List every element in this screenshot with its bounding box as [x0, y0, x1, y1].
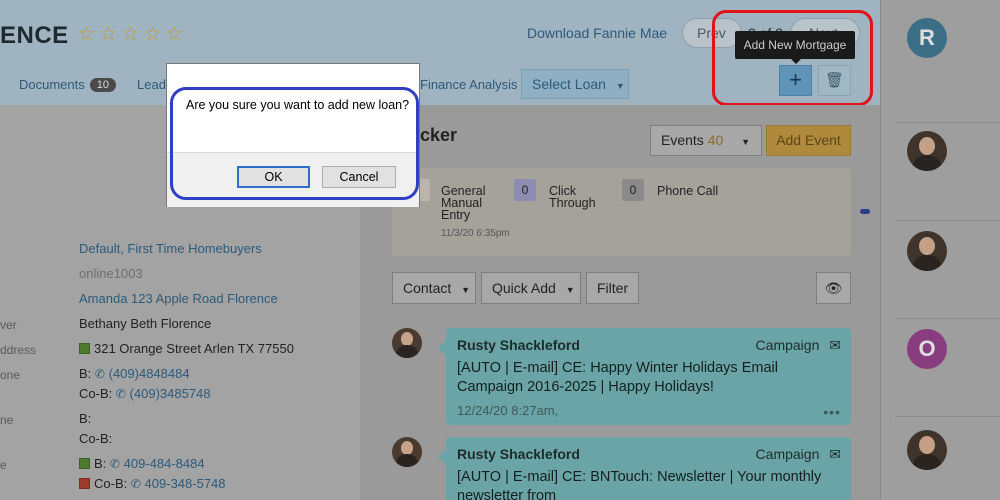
stat-label-click: Click Through — [549, 184, 596, 210]
contact-label: Contact — [403, 280, 452, 296]
caret-down-icon: ▼ — [741, 137, 751, 147]
borrower-label: B: — [94, 456, 107, 471]
cell-cob-link[interactable]: 409-348-5748 — [145, 476, 226, 491]
red-annotation-circle — [712, 10, 873, 106]
work-phone-cob: Co-B: — [79, 431, 113, 446]
contact-avatar-photo[interactable] — [907, 231, 947, 271]
scroll-indicator[interactable] — [860, 209, 870, 214]
star-icon[interactable]: ☆ — [122, 25, 140, 44]
tracker-title: cker — [420, 125, 458, 145]
tab-finance-analysis[interactable]: Finance Analysis — [420, 77, 518, 92]
stat-label-phone: Phone Call — [657, 184, 719, 198]
contact-name: ENCE — [0, 22, 69, 49]
events-label: Events — [661, 132, 704, 148]
contact-avatar-photo[interactable] — [907, 131, 947, 171]
feed-item[interactable]: Rusty Shackleford Campaign ✉ [AUTO | E-m… — [438, 437, 851, 500]
work-phone-label: ne — [0, 413, 14, 427]
buyer-label: ver — [0, 318, 17, 332]
documents-count-badge: 10 — [89, 77, 116, 92]
feed-date: 12/24/20 8:27am, — [457, 403, 559, 418]
home-phone-b-row: B: ✆ (409)4848484 — [79, 366, 190, 381]
stat-count-click: 0 — [514, 179, 536, 201]
download-fannie-mae-link[interactable]: Download Fannie Mae — [527, 25, 667, 41]
work-phone-b: B: — [79, 411, 92, 426]
sms-icon — [79, 478, 90, 489]
stats-date: 11/3/20 6:35pm — [441, 228, 510, 239]
events-dropdown[interactable]: Events 40 ▼ — [650, 125, 762, 156]
star-icon[interactable]: ☆ — [78, 25, 96, 44]
add-event-button[interactable]: Add Event — [766, 125, 851, 156]
rating-stars[interactable]: ☆ ☆ ☆ ☆ ☆ — [78, 25, 184, 44]
contact-avatar-photo[interactable] — [907, 430, 947, 470]
visibility-toggle-button[interactable]: 👁 — [816, 272, 851, 304]
feed-author: Rusty Shackleford — [457, 446, 580, 462]
address-value-row[interactable]: 321 Orange Street Arlen TX 77550 — [79, 341, 294, 356]
home-phone-label: one — [0, 368, 21, 382]
tab-leads[interactable]: Lead — [137, 77, 166, 92]
select-loan-label: Select Loan — [532, 76, 606, 92]
address-value: 321 Orange Street Arlen TX 77550 — [94, 341, 294, 356]
cell-label: e — [0, 458, 7, 472]
filter-button[interactable]: Filter — [586, 272, 639, 304]
phone-icon: ✆ — [115, 387, 126, 401]
quick-add-label: Quick Add — [492, 280, 556, 296]
feed-text: [AUTO | E-mail] CE: Happy Winter Holiday… — [457, 360, 778, 395]
cell-b-row: B: ✆ 409-484-8484 — [79, 456, 205, 471]
home-phone-b-link[interactable]: (409)4848484 — [109, 366, 190, 381]
stat-label-general: General Manual Entry — [441, 184, 486, 222]
borrower-label: B: — [79, 366, 92, 381]
star-icon[interactable]: ☆ — [166, 25, 184, 44]
phone-icon: ✆ — [109, 457, 120, 471]
sidebar-divider — [895, 318, 1000, 319]
feed-type: Campaign — [755, 337, 820, 353]
sidebar-divider — [895, 416, 1000, 417]
feed-type: Campaign — [755, 446, 820, 462]
feed-avatar — [392, 437, 422, 467]
tab-documents[interactable]: Documents 10 — [19, 77, 116, 92]
co-borrower-label: Co-B: — [79, 386, 113, 401]
buyer-value: Bethany Beth Florence — [79, 316, 212, 331]
tab-leads-label: Lead — [137, 77, 166, 92]
feed-author: Rusty Shackleford — [457, 337, 580, 353]
quick-add-dropdown-button[interactable]: Quick Add ▼ — [481, 272, 581, 304]
home-phone-cob-link[interactable]: (409)3485748 — [130, 386, 211, 401]
tab-documents-label: Documents — [19, 77, 85, 92]
caret-down-icon: ▼ — [565, 285, 575, 295]
cell-b-link[interactable]: 409-484-8484 — [124, 456, 205, 471]
eye-icon: 👁 — [824, 280, 843, 296]
tags-link[interactable]: Default, First Time Homebuyers — [79, 241, 262, 256]
feed-item[interactable]: Rusty Shackleford Campaign ✉ [AUTO | E-m… — [438, 328, 851, 425]
feed-type-row: Campaign ✉ — [756, 446, 841, 463]
contact-avatar-r[interactable]: R — [907, 18, 947, 58]
tab-finance-label: Finance Analysis — [420, 77, 518, 92]
blue-annotation-circle — [170, 87, 419, 200]
feed-type-row: Campaign ✉ — [756, 337, 841, 354]
map-icon — [79, 343, 90, 354]
star-icon[interactable]: ☆ — [100, 25, 118, 44]
star-icon[interactable]: ☆ — [144, 25, 162, 44]
envelope-icon: ✉ — [829, 337, 841, 353]
more-options-icon[interactable]: ••• — [823, 404, 841, 420]
events-count: 40 — [707, 132, 724, 148]
feed-text: [AUTO | E-mail] CE: BNTouch: Newsletter … — [457, 469, 822, 500]
sidebar-divider — [895, 122, 1000, 123]
sidebar-divider — [895, 220, 1000, 221]
caret-down-icon: ▼ — [615, 81, 625, 91]
home-phone-cob-row: Co-B: ✆ (409)3485748 — [79, 386, 211, 401]
co-borrower-label: Co-B: — [94, 476, 128, 491]
select-loan-dropdown[interactable]: Select Loan ▼ — [521, 69, 629, 99]
caret-down-icon: ▼ — [461, 285, 471, 295]
sms-icon — [79, 458, 90, 469]
feed-avatar — [392, 328, 422, 358]
contact-avatar-o[interactable]: O — [907, 329, 947, 369]
phone-icon: ✆ — [94, 367, 105, 381]
phone-icon: ✆ — [130, 477, 141, 491]
stat-count-phone: 0 — [622, 179, 644, 201]
envelope-icon: ✉ — [829, 446, 841, 462]
source-value: online1003 — [79, 266, 143, 281]
contact-dropdown-button[interactable]: Contact ▼ — [392, 272, 476, 304]
address-label: ddress — [0, 343, 37, 357]
loan-name-link[interactable]: Amanda 123 Apple Road Florence — [79, 291, 278, 306]
cell-cob-row: Co-B: ✆ 409-348-5748 — [79, 476, 226, 491]
